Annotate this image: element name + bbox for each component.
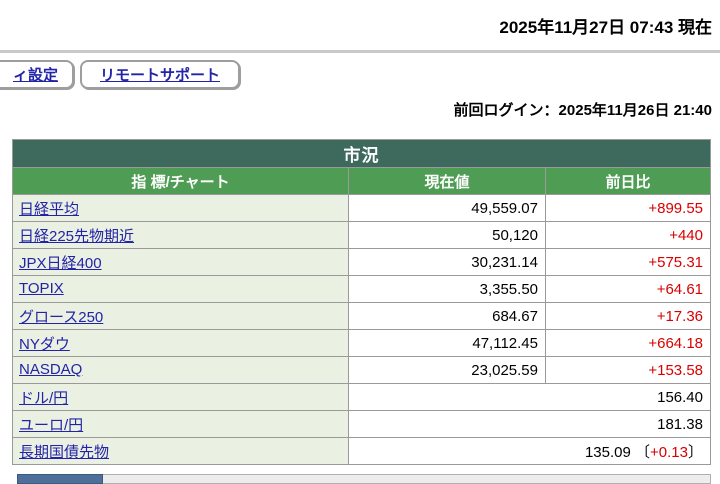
remote-support-button[interactable]: リモートサポート: [80, 60, 240, 89]
table-row: ドル/円 156.40: [12, 383, 711, 411]
partial-bottom-bar: [103, 474, 711, 484]
current-value: 135.09: [584, 443, 631, 461]
last-login-info: 前回ログイン：2025年11月26日 21:40: [453, 102, 712, 119]
indicator-cell: NYダウ: [12, 329, 349, 357]
current-value-cell: 3,355.50: [348, 275, 546, 303]
security-settings-button[interactable]: ィ設定: [0, 60, 74, 89]
indicator-link[interactable]: 長期国債先物: [19, 444, 109, 461]
day-change-cell: +153.58: [545, 356, 711, 384]
bracketed-change: 〔+0.13〕: [630, 443, 703, 461]
current-value-cell: 684.67: [348, 302, 546, 330]
day-change-cell: +575.31: [545, 248, 711, 276]
indicator-cell: グロース250: [12, 302, 349, 330]
indicator-link[interactable]: 日経平均: [19, 201, 79, 218]
table-row: 日経225先物期近 50,120 +440: [12, 221, 711, 249]
table-row: TOPIX 3,355.50 +64.61: [12, 275, 711, 303]
current-value: 156.40: [657, 388, 703, 406]
column-header-indicator: 指 標/チャート: [12, 167, 349, 195]
current-value-cell: 23,025.59: [348, 356, 546, 384]
security-settings-button-label: ィ設定: [12, 67, 58, 84]
remote-support-button-label: リモートサポート: [99, 67, 220, 84]
indicator-link[interactable]: JPX日経400: [19, 255, 102, 272]
indicator-cell: JPX日経400: [12, 248, 349, 276]
indicator-link[interactable]: グロース250: [19, 309, 103, 326]
market-summary-table: 市況 指 標/チャート 現在値 前日比 日経平均 49,559.07 +899.55…: [12, 139, 711, 465]
day-change-cell: +64.61: [545, 275, 711, 303]
table-row: ユーロ/円 181.38: [12, 410, 711, 438]
column-header-current-value: 現在値: [348, 167, 546, 195]
indicator-cell: NASDAQ: [12, 356, 349, 384]
table-row: グロース250 684.67 +17.36: [12, 302, 711, 330]
day-change-cell: +899.55: [545, 194, 711, 222]
current-value-cell: 49,559.07: [348, 194, 546, 222]
day-change-cell: +440: [545, 221, 711, 249]
column-header-day-change: 前日比: [545, 167, 711, 195]
merged-value-cell: 135.09 〔+0.13〕: [348, 437, 711, 465]
horizontal-divider: [0, 50, 720, 53]
indicator-cell: ドル/円: [12, 383, 349, 411]
indicator-link[interactable]: NASDAQ: [19, 361, 82, 378]
day-change-cell: +664.18: [545, 329, 711, 357]
indicator-cell: ユーロ/円: [12, 410, 349, 438]
partial-bottom-tab[interactable]: [17, 474, 103, 484]
current-value-cell: 30,231.14: [348, 248, 546, 276]
day-change-cell: +17.36: [545, 302, 711, 330]
table-row: JPX日経400 30,231.14 +575.31: [12, 248, 711, 276]
table-row: NASDAQ 23,025.59 +153.58: [12, 356, 711, 384]
indicator-link[interactable]: NYダウ: [19, 336, 70, 353]
table-row: 日経平均 49,559.07 +899.55: [12, 194, 711, 222]
indicator-cell: 長期国債先物: [12, 437, 349, 465]
merged-value-cell: 181.38: [348, 410, 711, 438]
merged-value-cell: 156.40: [348, 383, 711, 411]
current-datetime: 2025年11月27日 07:43 現在: [499, 18, 712, 37]
table-title: 市況: [12, 139, 711, 168]
indicator-link[interactable]: 日経225先物期近: [19, 228, 134, 245]
indicator-cell: 日経225先物期近: [12, 221, 349, 249]
table-row: 長期国債先物 135.09 〔+0.13〕: [12, 437, 711, 465]
day-change: +0.13: [650, 443, 688, 461]
current-value-cell: 47,112.45: [348, 329, 546, 357]
table-header-row: 指 標/チャート 現在値 前日比: [12, 167, 711, 195]
table-row: NYダウ 47,112.45 +664.18: [12, 329, 711, 357]
indicator-cell: 日経平均: [12, 194, 349, 222]
table-title-row: 市況: [12, 139, 711, 168]
indicator-link[interactable]: ユーロ/円: [19, 417, 83, 434]
indicator-link[interactable]: TOPIX: [19, 280, 64, 297]
indicator-cell: TOPIX: [12, 275, 349, 303]
market-table-body: 日経平均 49,559.07 +899.55 日経225先物期近 50,120 +440 J…: [12, 194, 711, 465]
current-value: 181.38: [657, 415, 703, 433]
indicator-link[interactable]: ドル/円: [19, 390, 68, 407]
current-value-cell: 50,120: [348, 221, 546, 249]
